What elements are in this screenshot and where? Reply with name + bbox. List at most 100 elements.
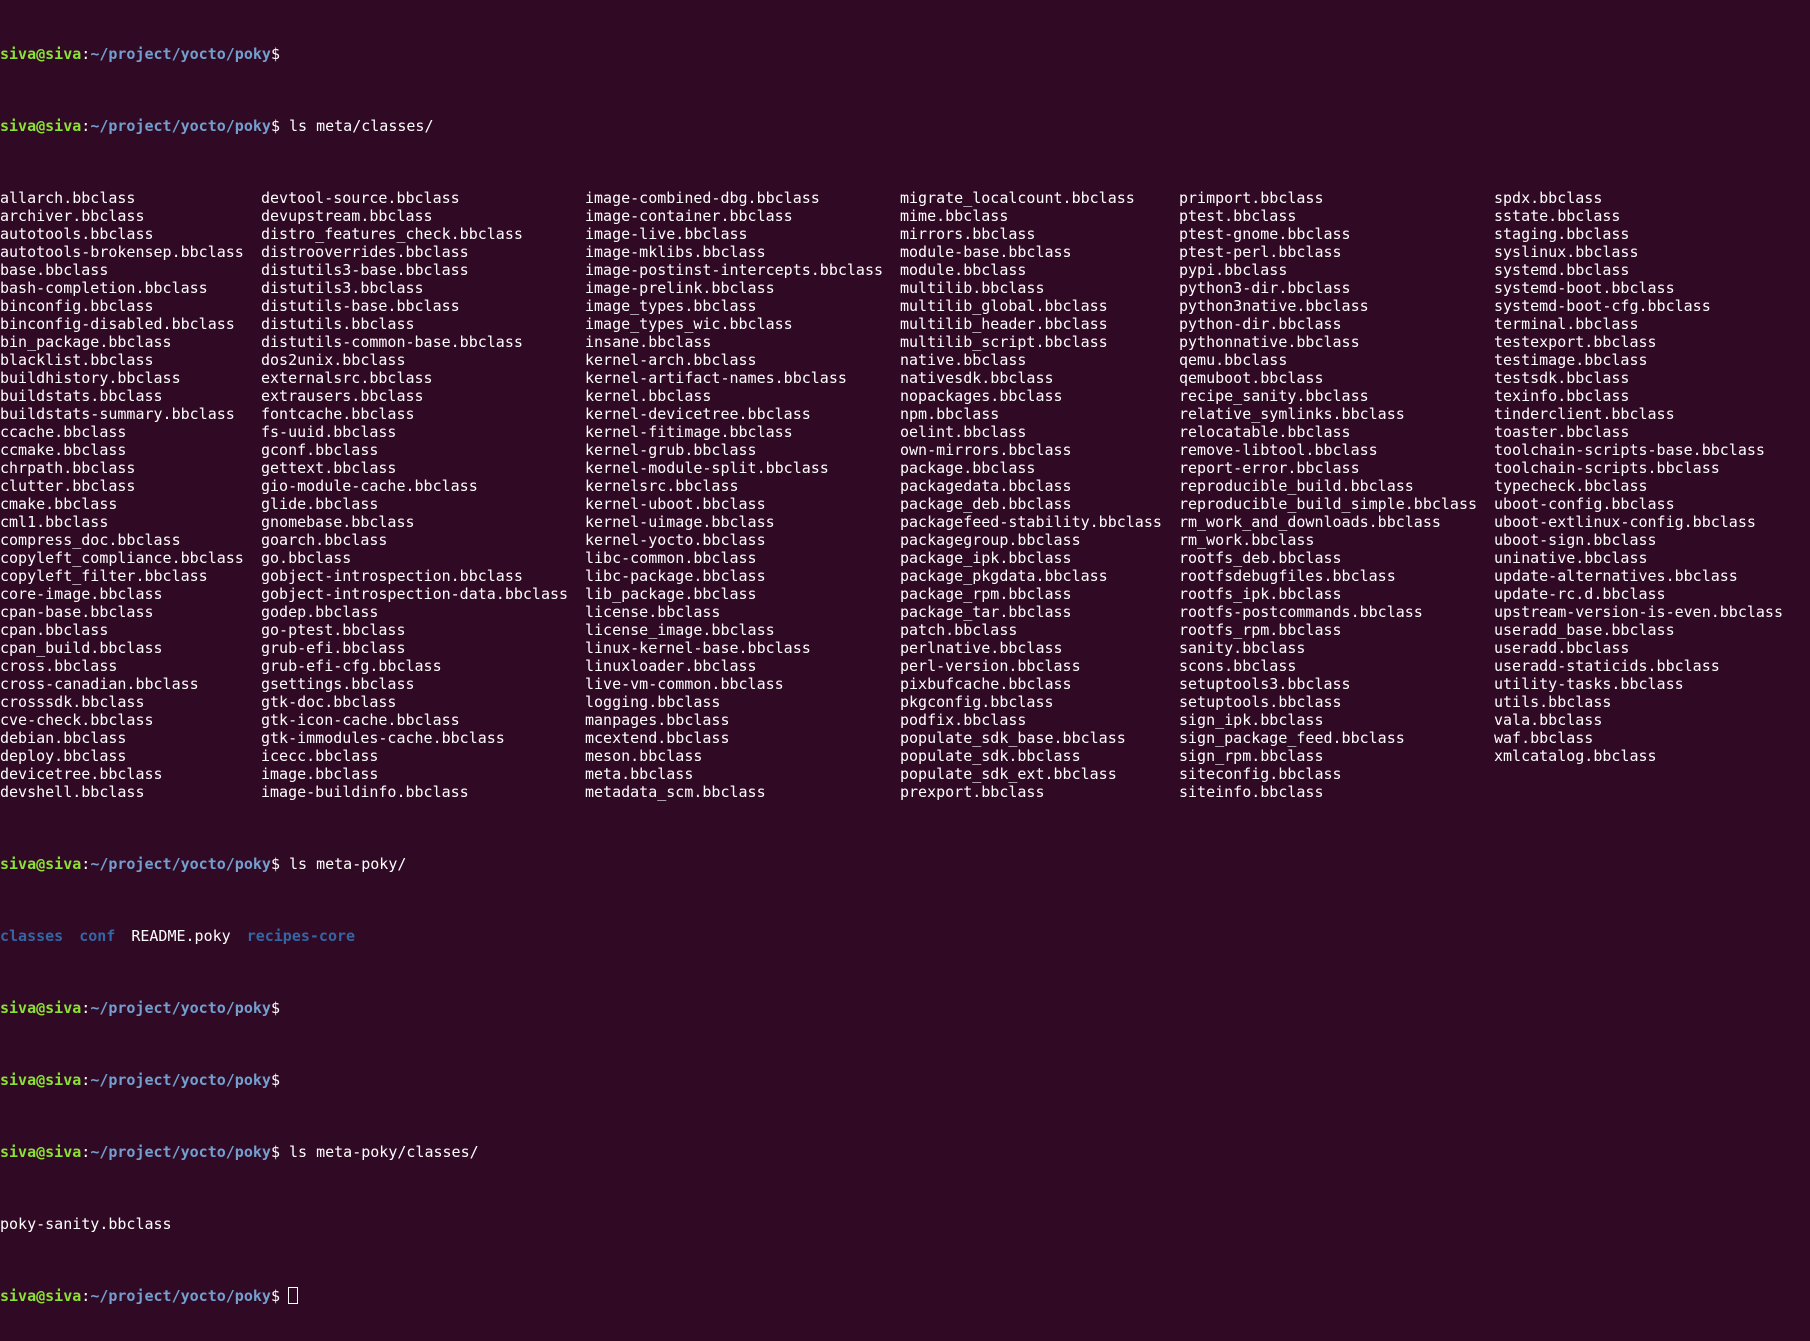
prompt-symbol: $ <box>270 117 280 135</box>
prompt-symbol: $ <box>270 999 280 1017</box>
file-entry: externalsrc.bbclass <box>261 369 433 387</box>
prompt-user: siva@siva <box>0 117 82 135</box>
file-entry: vala.bbclass <box>1494 711 1603 729</box>
file-entry: toaster.bbclass <box>1494 423 1630 441</box>
file-entry: cpan_build.bbclass <box>0 639 163 657</box>
file-entry: oelint.bbclass <box>900 423 1027 441</box>
file-entry: kernel-uimage.bbclass <box>585 513 775 531</box>
file-entry: xmlcatalog.bbclass <box>1494 747 1657 765</box>
file-entry: useradd.bbclass <box>1494 639 1630 657</box>
file-entry: testsdk.bbclass <box>1494 369 1630 387</box>
file-entry: cve-check.bbclass <box>0 711 154 729</box>
file-entry: deploy.bbclass <box>0 747 127 765</box>
prompt-line: siva@siva:~/project/yocto/poky$ <box>0 45 1810 63</box>
file-entry: useradd-staticids.bbclass <box>1494 657 1720 675</box>
file-entry: sstate.bbclass <box>1494 207 1621 225</box>
prompt-line: siva@siva:~/project/yocto/poky$ <box>0 1071 1810 1089</box>
terminal-window[interactable]: siva@siva:~/project/yocto/poky$ siva@siv… <box>0 0 1810 1341</box>
file-entry: logging.bbclass <box>585 693 721 711</box>
prompt-user: siva@siva <box>0 45 82 63</box>
prompt-separator: : <box>81 999 91 1017</box>
file-entry: live-vm-common.bbclass <box>585 675 784 693</box>
prompt-line: siva@siva:~/project/yocto/poky$ <box>0 1287 1810 1305</box>
file-entry: blacklist.bbclass <box>0 351 154 369</box>
file-entry: glide.bbclass <box>261 495 379 513</box>
file-entry: license_image.bbclass <box>585 621 775 639</box>
file-entry: binconfig.bbclass <box>0 297 154 315</box>
file-entry: README.poky <box>131 927 231 945</box>
file-entry: recipe_sanity.bbclass <box>1179 387 1369 405</box>
prompt-line: siva@siva:~/project/yocto/poky$ ls meta-… <box>0 1143 1810 1161</box>
file-entry: qemu.bbclass <box>1179 351 1288 369</box>
file-entry: debian.bbclass <box>0 729 127 747</box>
file-entry: relocatable.bbclass <box>1179 423 1351 441</box>
prompt-user: siva@siva <box>0 1143 82 1161</box>
file-entry: multilib_script.bbclass <box>900 333 1108 351</box>
file-entry: migrate_localcount.bbclass <box>900 189 1135 207</box>
file-entry: terminal.bbclass <box>1494 315 1639 333</box>
listing-column: migrate_localcount.bbclass mime.bbclass mi… <box>900 189 1162 801</box>
file-entry: syslinux.bbclass <box>1494 243 1639 261</box>
file-entry: distrooverrides.bbclass <box>261 243 469 261</box>
file-entry: prexport.bbclass <box>900 783 1045 801</box>
file-entry: chrpath.bbclass <box>0 459 136 477</box>
file-entry: testimage.bbclass <box>1494 351 1648 369</box>
file-entry: utility-tasks.bbclass <box>1494 675 1684 693</box>
file-entry: distro_features_check.bbclass <box>261 225 523 243</box>
file-entry: setuptools3.bbclass <box>1179 675 1351 693</box>
prompt-symbol: $ <box>270 855 280 873</box>
file-entry: python3native.bbclass <box>1179 297 1369 315</box>
prompt-line: siva@siva:~/project/yocto/poky$ <box>0 999 1810 1017</box>
file-entry: pkgconfig.bbclass <box>900 693 1054 711</box>
prompt-path: ~/project/yocto/poky <box>90 999 271 1017</box>
file-entry: image-postinst-intercepts.bbclass <box>585 261 884 279</box>
file-entry: extrausers.bbclass <box>261 387 424 405</box>
file-entry: pypi.bbclass <box>1179 261 1288 279</box>
file-entry: gobject-introspection.bbclass <box>261 567 523 585</box>
file-entry: rootfs-postcommands.bbclass <box>1179 603 1423 621</box>
file-entry: gettext.bbclass <box>261 459 397 477</box>
file-entry: multilib.bbclass <box>900 279 1045 297</box>
prompt-separator: : <box>81 1143 91 1161</box>
file-entry: systemd-boot-cfg.bbclass <box>1494 297 1711 315</box>
command-text: ls meta-poky/ <box>289 855 407 873</box>
file-entry: poky-sanity.bbclass <box>0 1215 172 1233</box>
file-entry: copyleft_filter.bbclass <box>0 567 208 585</box>
listing-column: devtool-source.bbclass devupstream.bbclas… <box>261 189 568 801</box>
file-entry: godep.bbclass <box>261 603 379 621</box>
file-entry: image-prelink.bbclass <box>585 279 775 297</box>
prompt-path: ~/project/yocto/poky <box>90 1071 271 1089</box>
prompt-path: ~/project/yocto/poky <box>90 1143 271 1161</box>
file-entry: mcextend.bbclass <box>585 729 730 747</box>
file-entry: sign_rpm.bbclass <box>1179 747 1324 765</box>
file-entry: uboot-config.bbclass <box>1494 495 1675 513</box>
file-entry: allarch.bbclass <box>0 189 136 207</box>
prompt-symbol: $ <box>270 1287 280 1305</box>
file-entry: podfix.bbclass <box>900 711 1027 729</box>
file-entry: fontcache.bbclass <box>261 405 415 423</box>
file-entry: archiver.bbclass <box>0 207 145 225</box>
file-entry: cpan-base.bbclass <box>0 603 154 621</box>
file-entry: grub-efi.bbclass <box>261 639 406 657</box>
file-entry: kernel-arch.bbclass <box>585 351 757 369</box>
file-entry: sanity.bbclass <box>1179 639 1306 657</box>
file-entry: manpages.bbclass <box>585 711 730 729</box>
file-entry: linux-kernel-base.bbclass <box>585 639 811 657</box>
listing-column: spdx.bbclass sstate.bbclass staging.bbclas… <box>1494 189 1783 765</box>
file-entry: sign_ipk.bbclass <box>1179 711 1324 729</box>
file-entry: image-mklibs.bbclass <box>585 243 766 261</box>
meta-poky-listing: classes conf README.poky recipes-core <box>0 927 1810 945</box>
file-entry: remove-libtool.bbclass <box>1179 441 1378 459</box>
command-text: ls meta/classes/ <box>289 117 434 135</box>
file-entry: uboot-extlinux-config.bbclass <box>1494 513 1756 531</box>
file-entry: autotools.bbclass <box>0 225 154 243</box>
file-entry: distutils-common-base.bbclass <box>261 333 523 351</box>
file-entry: native.bbclass <box>900 351 1027 369</box>
file-entry: clutter.bbclass <box>0 477 136 495</box>
file-entry: setuptools.bbclass <box>1179 693 1342 711</box>
file-entry: waf.bbclass <box>1494 729 1594 747</box>
file-entry: useradd_base.bbclass <box>1494 621 1675 639</box>
file-entry: core-image.bbclass <box>0 585 163 603</box>
text-cursor[interactable] <box>287 1287 298 1304</box>
file-entry: package.bbclass <box>900 459 1036 477</box>
